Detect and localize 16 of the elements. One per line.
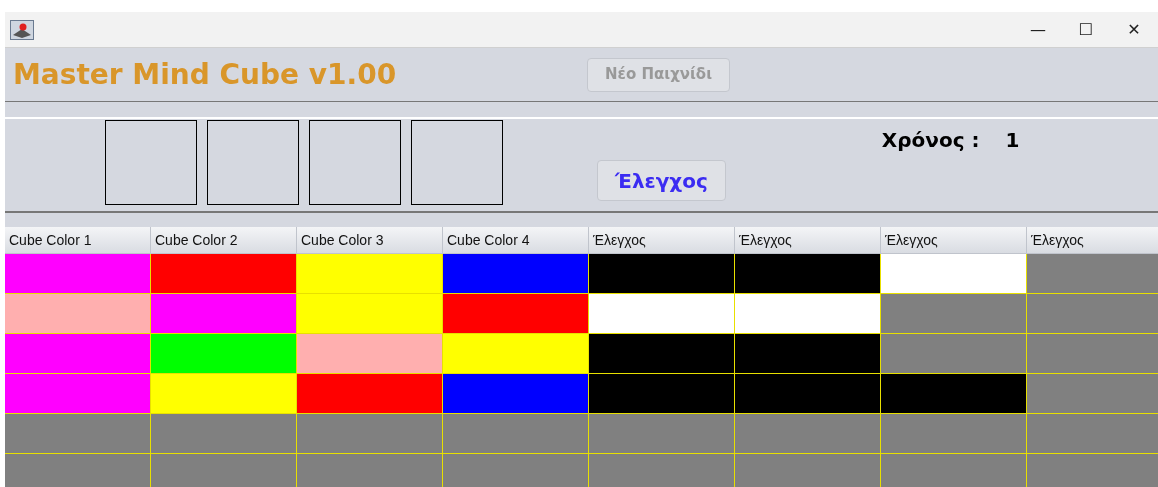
column-header[interactable]: Cube Color 3 — [297, 227, 443, 254]
minimize-button[interactable]: — — [1014, 14, 1062, 45]
maximize-button[interactable]: ☐ — [1062, 14, 1110, 45]
column-header[interactable]: Cube Color 1 — [5, 227, 151, 254]
column-header[interactable]: Cube Color 4 — [443, 227, 589, 254]
timer-label: Χρόνος : — [881, 127, 980, 154]
column-header[interactable]: Έλεγχος — [589, 227, 735, 254]
app-icon — [10, 19, 34, 40]
column-header[interactable]: Έλεγχος — [881, 227, 1027, 254]
app-title: Master Mind Cube v1.00 — [13, 56, 398, 93]
column-header[interactable]: Cube Color 2 — [151, 227, 297, 254]
column-header[interactable]: Έλεγχος — [735, 227, 881, 254]
check-button[interactable]: Έλεγχος — [597, 160, 726, 201]
close-button[interactable]: ✕ — [1110, 14, 1158, 45]
timer-value: 1 — [1005, 127, 1020, 154]
column-header[interactable]: Έλεγχος — [1027, 227, 1158, 254]
